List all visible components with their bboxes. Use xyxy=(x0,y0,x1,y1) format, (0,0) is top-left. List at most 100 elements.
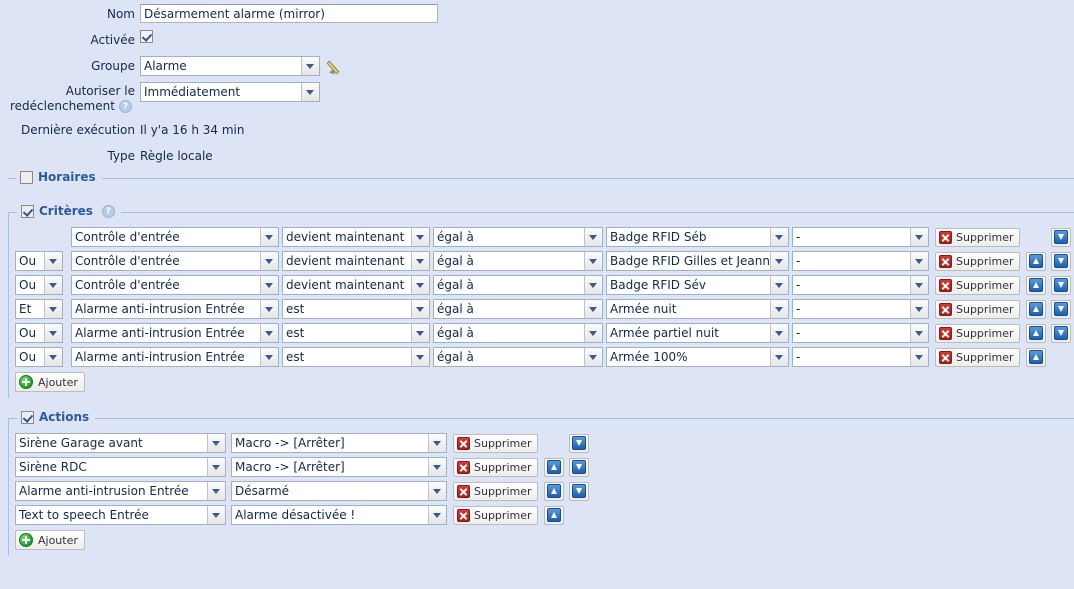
criteria-device-select[interactable]: Alarme anti-intrusion Entrée xyxy=(71,299,279,319)
criteria-comparator-select[interactable]: égal à xyxy=(433,323,603,343)
move-up-button[interactable] xyxy=(1025,251,1046,271)
move-down-button[interactable] xyxy=(568,481,589,501)
action-command-select[interactable]: Macro -> [Arrêter] xyxy=(231,457,447,477)
delete-label: Supprimer xyxy=(474,484,532,498)
criteria-operator-select[interactable]: Ou xyxy=(15,323,63,343)
move-down-button[interactable] xyxy=(1050,275,1071,295)
enabled-checkbox[interactable] xyxy=(140,30,153,43)
delete-label: Supprimer xyxy=(956,302,1014,316)
criteria-value-select[interactable]: Armée 100% xyxy=(606,347,789,367)
criteria-extra-select[interactable]: - xyxy=(792,299,929,319)
criteria-add-button[interactable]: Ajouter xyxy=(15,372,85,392)
criteria-extra-select[interactable]: - xyxy=(792,275,929,295)
criteria-device-select[interactable]: Contrôle d'entrée xyxy=(71,227,279,247)
criteria-extra-select[interactable]: - xyxy=(792,227,929,247)
criteria-event-select[interactable]: est xyxy=(282,323,430,343)
field-row-group: Groupe Alarme xyxy=(0,56,1074,78)
criteria-value-select[interactable]: Badge RFID Gilles et Jeanne xyxy=(606,251,789,271)
section-schedules-checkbox[interactable] xyxy=(20,170,33,184)
criteria-device-select[interactable]: Alarme anti-intrusion Entrée xyxy=(71,347,279,367)
criteria-device-select[interactable]: Contrôle d'entrée xyxy=(71,275,279,295)
criteria-value-select[interactable]: Armée nuit xyxy=(606,299,789,319)
criteria-comparator-select[interactable]: égal à xyxy=(433,299,603,319)
move-down-button[interactable] xyxy=(1050,251,1071,271)
criteria-event-select[interactable]: est xyxy=(282,347,430,367)
action-device-select[interactable]: Alarme anti-intrusion Entrée xyxy=(15,481,226,501)
chevron-down-icon xyxy=(584,348,602,366)
criteria-value-select[interactable]: Armée partiel nuit xyxy=(606,323,789,343)
action-command-select[interactable]: Désarmé xyxy=(231,481,447,501)
move-up-button[interactable] xyxy=(543,505,564,525)
delete-button[interactable]: Supprimer xyxy=(453,457,538,477)
criteria-value-select-text: Badge RFID Gilles et Jeanne xyxy=(610,254,770,268)
delete-button[interactable]: Supprimer xyxy=(453,481,538,501)
help-icon[interactable]: ? xyxy=(118,100,132,113)
move-up-button[interactable] xyxy=(543,481,564,501)
arrow-down-icon xyxy=(1053,326,1068,340)
action-command-select[interactable]: Alarme désactivée ! xyxy=(231,505,447,525)
criteria-device-select-text: Contrôle d'entrée xyxy=(75,278,180,292)
pencil-icon[interactable] xyxy=(326,57,346,77)
move-up-button[interactable] xyxy=(1025,299,1046,319)
delete-button[interactable]: Supprimer xyxy=(935,275,1020,295)
criteria-event-select[interactable]: devient maintenant xyxy=(282,227,430,247)
delete-button[interactable]: Supprimer xyxy=(453,433,538,453)
criteria-device-select[interactable]: Contrôle d'entrée xyxy=(71,251,279,271)
criteria-value-select[interactable]: Badge RFID Séb xyxy=(606,227,789,247)
criteria-operator-select[interactable]: Ou xyxy=(15,275,63,295)
move-up-button[interactable] xyxy=(1025,275,1046,295)
criteria-event-select[interactable]: devient maintenant xyxy=(282,275,430,295)
action-device-select-text: Alarme anti-intrusion Entrée xyxy=(19,484,189,498)
delete-icon xyxy=(939,278,952,292)
delete-button[interactable]: Supprimer xyxy=(935,347,1020,367)
criteria-event-select[interactable]: devient maintenant xyxy=(282,251,430,271)
criteria-extra-select[interactable]: - xyxy=(792,323,929,343)
criteria-comparator-select[interactable]: égal à xyxy=(433,251,603,271)
move-down-button[interactable] xyxy=(568,433,589,453)
criteria-value-select[interactable]: Badge RFID Sév xyxy=(606,275,789,295)
criteria-device-select[interactable]: Alarme anti-intrusion Entrée xyxy=(71,323,279,343)
delete-button[interactable]: Supprimer xyxy=(935,227,1020,247)
move-down-button[interactable] xyxy=(568,457,589,477)
criteria-operator-select[interactable]: Et xyxy=(15,299,63,319)
criteria-extra-select[interactable]: - xyxy=(792,251,929,271)
section-criteria-legend: Critères ? xyxy=(17,204,121,218)
criteria-operator-select[interactable]: Ou xyxy=(15,347,63,367)
move-down-button[interactable] xyxy=(1050,323,1071,343)
criteria-comparator-select[interactable]: égal à xyxy=(433,227,603,247)
move-down-button[interactable] xyxy=(1050,227,1071,247)
move-up-button[interactable] xyxy=(1025,323,1046,343)
delete-label: Supprimer xyxy=(956,278,1014,292)
delete-button[interactable]: Supprimer xyxy=(935,299,1020,319)
section-criteria-title: Critères xyxy=(39,204,93,218)
delete-button[interactable]: Supprimer xyxy=(935,323,1020,343)
criteria-comparator-select[interactable]: égal à xyxy=(433,275,603,295)
arrow-up-icon xyxy=(546,508,561,522)
action-device-select[interactable]: Sirène Garage avant xyxy=(15,433,226,453)
move-up-button[interactable] xyxy=(543,457,564,477)
criteria-comparator-select[interactable]: égal à xyxy=(433,347,603,367)
action-device-select[interactable]: Sirène RDC xyxy=(15,457,226,477)
criteria-extra-select[interactable]: - xyxy=(792,347,929,367)
criteria-add-row: Ajouter xyxy=(15,369,1074,392)
criteria-operator-select[interactable]: Ou xyxy=(15,251,63,271)
criteria-event-select[interactable]: est xyxy=(282,299,430,319)
retrigger-select[interactable]: Immédiatement xyxy=(140,82,320,102)
criteria-event-select-text: est xyxy=(286,302,305,316)
action-device-select[interactable]: Text to speech Entrée xyxy=(15,505,226,525)
group-label: Groupe xyxy=(91,59,135,73)
delete-button[interactable]: Supprimer xyxy=(453,505,538,525)
move-down-button[interactable] xyxy=(1050,299,1071,319)
section-criteria-checkbox[interactable] xyxy=(21,204,34,218)
help-icon[interactable]: ? xyxy=(101,204,115,218)
action-command-select-text: Désarmé xyxy=(235,484,290,498)
chevron-down-icon xyxy=(44,252,62,270)
action-command-select[interactable]: Macro -> [Arrêter] xyxy=(231,433,447,453)
section-actions-checkbox[interactable] xyxy=(21,410,34,424)
group-select[interactable]: Alarme xyxy=(140,56,320,76)
name-input[interactable] xyxy=(140,4,438,23)
criteria-operator-cell: Ou xyxy=(15,347,67,367)
delete-button[interactable]: Supprimer xyxy=(935,251,1020,271)
actions-add-button[interactable]: Ajouter xyxy=(15,530,85,550)
move-up-button[interactable] xyxy=(1025,347,1046,367)
